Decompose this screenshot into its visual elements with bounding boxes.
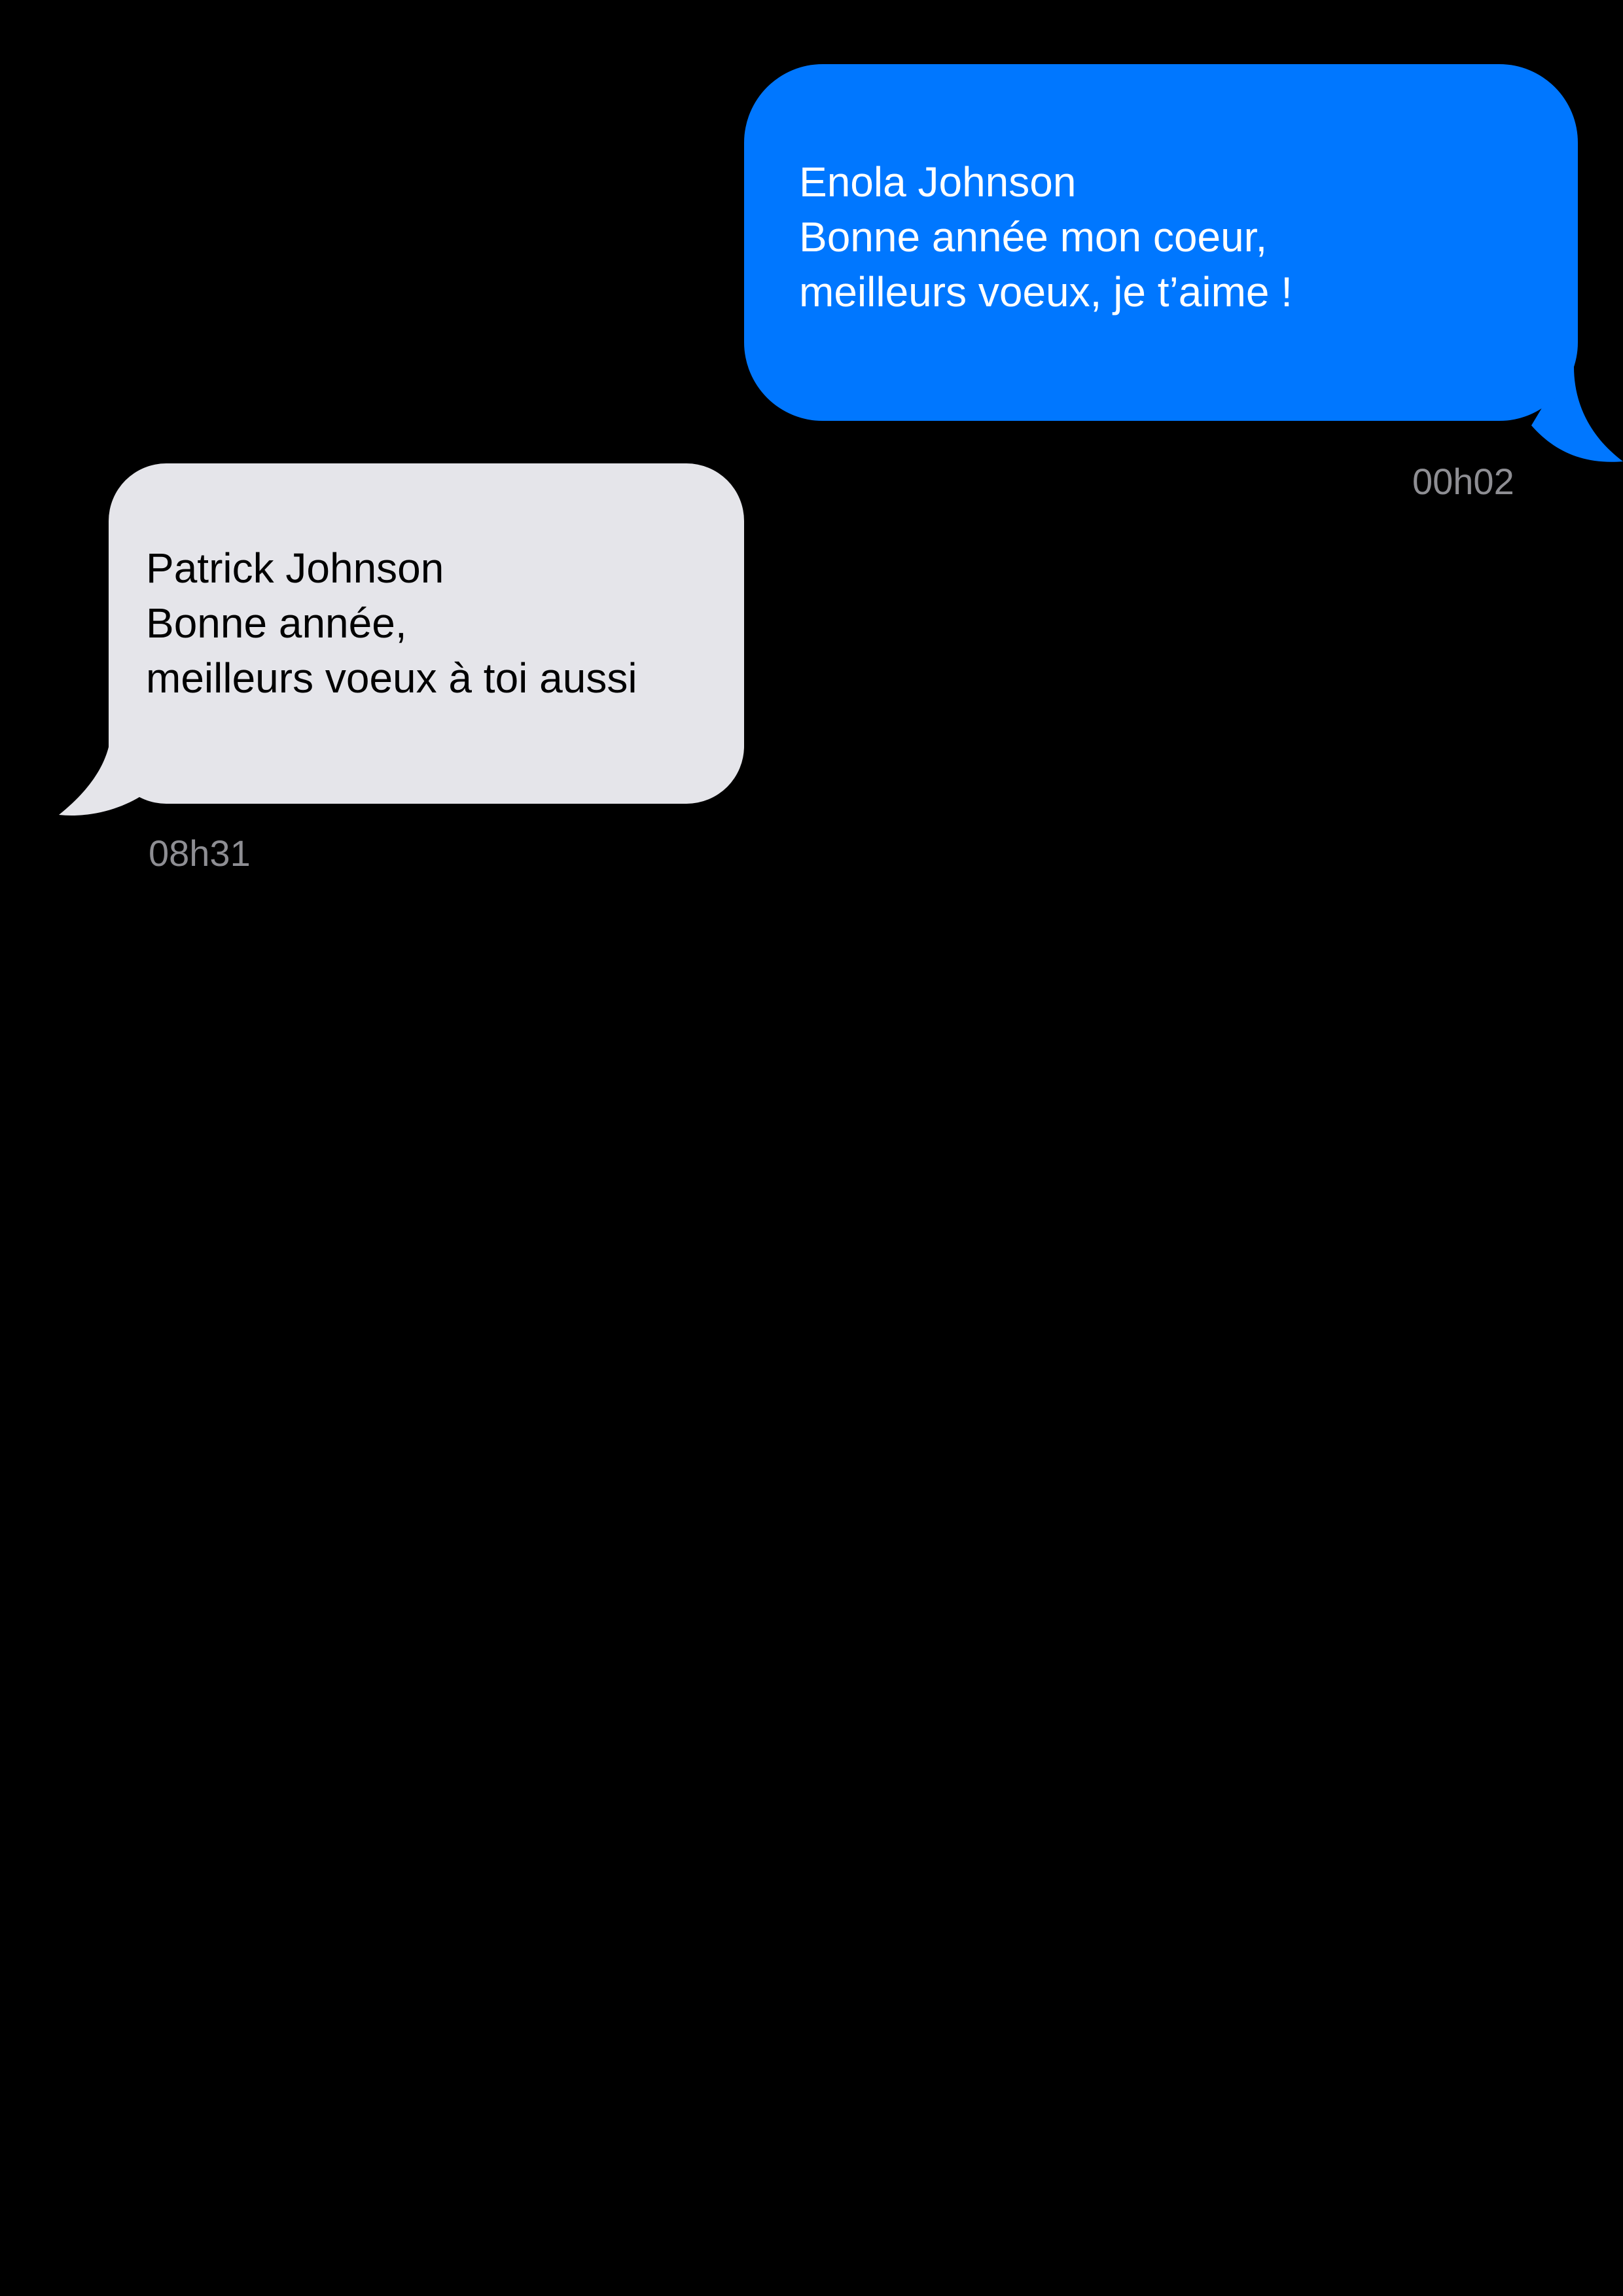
sent-message-line-1: Bonne année mon coeur, — [799, 213, 1268, 260]
received-message-line-2: meilleurs voeux à toi aussi — [146, 655, 637, 702]
sent-message-timestamp: 00h02 — [1412, 461, 1514, 502]
received-message-sender: Patrick Johnson — [146, 545, 444, 592]
received-message-bubble[interactable]: Patrick Johnson Bonne année, meilleurs v… — [109, 463, 744, 804]
sent-message-line-2: meilleurs voeux, je t’aime ! — [799, 268, 1293, 315]
sent-message-bubble[interactable]: Enola Johnson Bonne année mon coeur, mei… — [744, 64, 1578, 421]
sent-message-sender: Enola Johnson — [799, 158, 1077, 206]
received-message-timestamp: 08h31 — [149, 833, 251, 874]
message-thread: Enola Johnson Bonne année mon coeur, mei… — [0, 0, 1623, 2296]
received-message-line-1: Bonne année, — [146, 600, 407, 647]
